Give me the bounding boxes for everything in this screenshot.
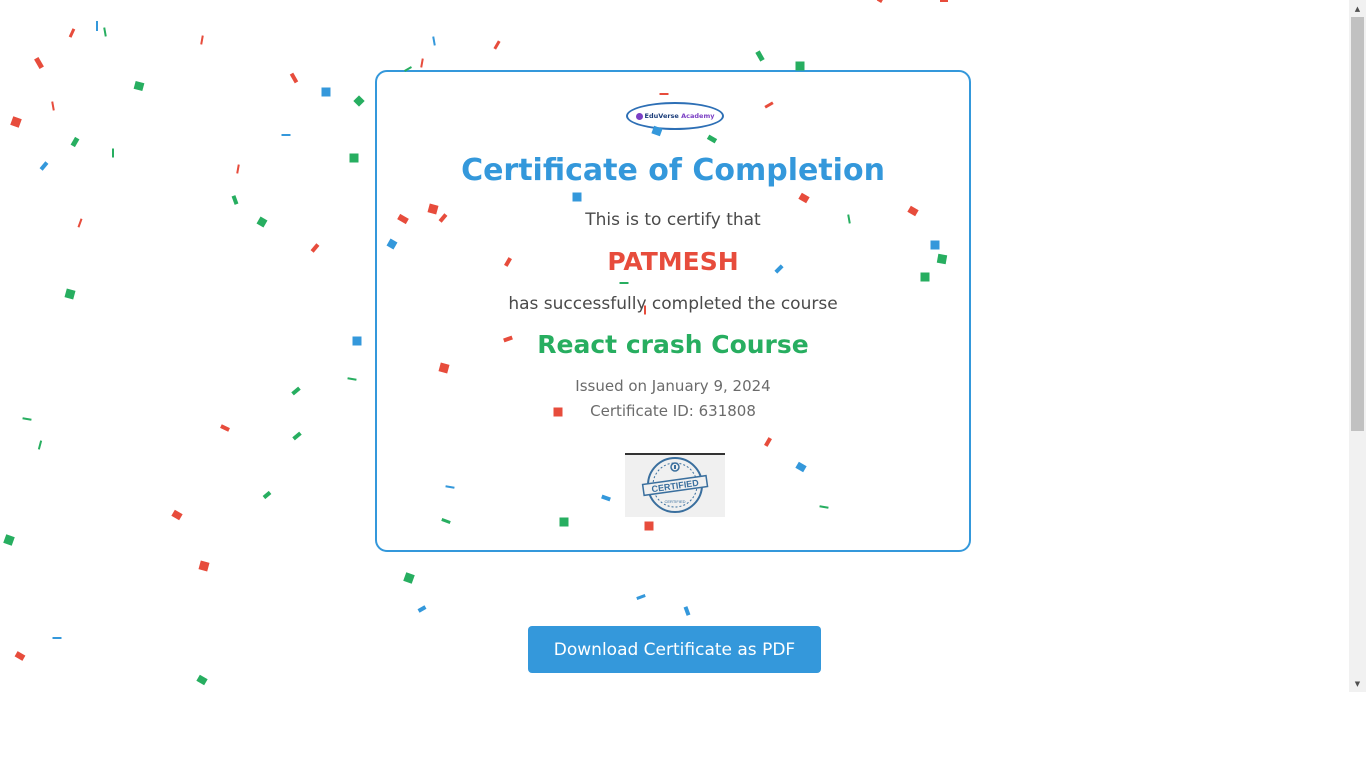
scroll-down-arrow-icon[interactable]: ▼ <box>1349 675 1366 692</box>
confetti-piece <box>683 606 691 616</box>
confetti-piece <box>51 101 55 111</box>
completion-statement: has successfully completed the course <box>508 294 838 314</box>
page-viewport: EduVerse Academy Certificate of Completi… <box>0 0 1349 692</box>
download-pdf-button[interactable]: Download Certificate as PDF <box>528 626 821 673</box>
confetti-piece <box>310 243 320 253</box>
stamp-subtext: CERTIFIED <box>664 499 685 504</box>
confetti-piece <box>281 134 291 136</box>
confetti-piece <box>236 164 240 174</box>
academy-logo-text: EduVerse Academy <box>645 112 715 120</box>
scroll-up-arrow-icon[interactable]: ▲ <box>1349 0 1366 17</box>
confetti-piece <box>347 377 357 381</box>
certified-stamp-icon: CERTIFIED CERTIFIED <box>641 457 709 513</box>
confetti-piece <box>39 161 49 171</box>
confetti-piece <box>34 56 44 70</box>
confetti-piece <box>196 674 208 686</box>
confetti-piece <box>77 218 83 228</box>
confetti-piece <box>403 572 415 584</box>
academy-logo: EduVerse Academy <box>626 102 724 130</box>
confetti-piece <box>291 386 301 396</box>
course-name: React crash Course <box>537 330 809 359</box>
confetti-piece <box>70 136 80 148</box>
confetti-piece <box>876 0 884 3</box>
confetti-piece <box>636 594 646 600</box>
confetti-piece <box>64 288 76 300</box>
confetti-piece <box>14 651 26 661</box>
confetti-piece <box>220 424 230 432</box>
confetti-piece <box>493 40 501 50</box>
vertical-scrollbar[interactable]: ▲ ▼ <box>1349 0 1366 692</box>
confetti-piece <box>133 80 145 92</box>
confetti-piece <box>256 216 268 228</box>
confetti-piece <box>200 35 204 45</box>
confetti-piece <box>103 27 107 37</box>
confetti-piece <box>68 28 76 38</box>
confetti-piece <box>10 116 22 128</box>
recipient-name: PATMESH <box>607 247 739 276</box>
confetti-piece <box>37 440 43 450</box>
certify-statement: This is to certify that <box>585 210 761 230</box>
confetti-piece <box>3 534 15 546</box>
confetti-piece <box>432 36 436 46</box>
confetti-piece <box>353 95 365 107</box>
certificate-title: Certificate of Completion <box>461 153 885 188</box>
certificate-id: Certificate ID: 631808 <box>590 402 756 420</box>
certificate-card: EduVerse Academy Certificate of Completi… <box>375 70 971 552</box>
confetti-piece <box>292 431 302 441</box>
confetti-piece <box>171 509 183 521</box>
confetti-piece <box>940 0 948 2</box>
issue-date: Issued on January 9, 2024 <box>575 377 771 395</box>
logo-name-primary: EduVerse <box>644 112 679 120</box>
confetti-piece <box>417 605 427 613</box>
academy-logo-icon <box>635 112 643 120</box>
confetti-piece <box>352 336 362 346</box>
confetti-piece <box>420 58 424 68</box>
confetti-piece <box>349 153 359 163</box>
confetti-piece <box>262 490 272 500</box>
confetti-piece <box>289 72 299 84</box>
confetti-piece <box>755 50 765 62</box>
scrollbar-thumb[interactable] <box>1351 17 1364 431</box>
confetti-piece <box>112 148 114 158</box>
confetti-piece <box>96 21 98 31</box>
signature-stamp-area: CERTIFIED CERTIFIED <box>625 453 725 517</box>
logo-name-accent: Academy <box>681 112 715 120</box>
confetti-piece <box>22 417 32 421</box>
confetti-piece <box>231 195 239 205</box>
confetti-piece <box>198 560 210 572</box>
confetti-piece <box>321 87 331 97</box>
confetti-piece <box>52 637 62 639</box>
